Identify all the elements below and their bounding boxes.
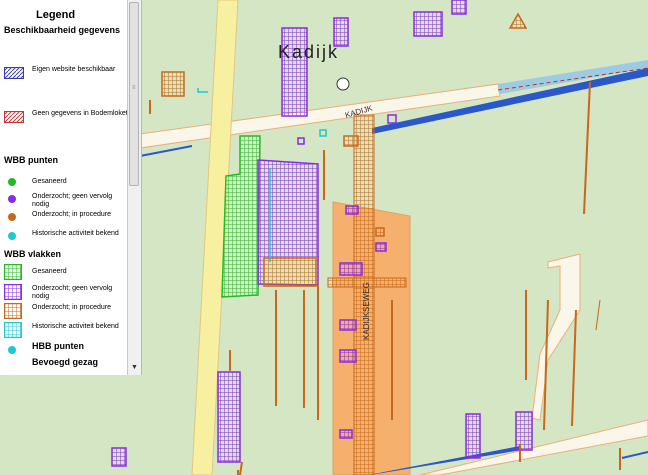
wbb-area-purple-9[interactable] — [515, 411, 533, 451]
wbb-area-orange-4[interactable] — [375, 227, 385, 237]
town-label: Kadijk — [278, 42, 339, 62]
legend-wbb-point-2: Onderzocht; geen vervolg nodig — [32, 193, 113, 208]
area-in-procedure-swatch — [4, 303, 22, 319]
legend-wbb-area-4: Historische activiteit bekend — [32, 323, 119, 330]
wbb-area-purple-12[interactable] — [339, 262, 363, 276]
area-historic-swatch — [4, 322, 22, 338]
area-gesaneerd-swatch — [4, 264, 22, 280]
scroll-down-arrow-icon[interactable]: ▼ — [129, 363, 140, 373]
wbb-area-purple-10[interactable] — [345, 205, 359, 215]
own-website-swatch — [4, 67, 24, 79]
legend-wbb-area-3: Onderzocht; in procedure — [32, 304, 111, 311]
point-no-followup-icon — [8, 195, 16, 203]
legend-scrollbar-thumb[interactable]: ≡ — [129, 2, 139, 186]
legend-wbb-points-header: WBB punten — [4, 155, 58, 165]
legend-title: Legend — [36, 9, 76, 21]
legend-own-website-label: Eigen website beschikbaar — [32, 66, 116, 73]
wbb-area-purple-8[interactable] — [465, 413, 481, 459]
legend-scrollbar[interactable]: ≡ ▼ — [127, 0, 141, 375]
town-marker-icon[interactable] — [336, 77, 350, 91]
wbb-area-purple-11[interactable] — [375, 242, 387, 252]
wbb-area-purple-15[interactable] — [339, 429, 353, 439]
point-historic-icon — [8, 232, 16, 240]
wbb-area-purple-7[interactable] — [111, 447, 127, 467]
legend-wbb-areas-header: WBB vlakken — [4, 249, 62, 259]
wbb-area-purple-2[interactable] — [413, 11, 443, 37]
wbb-area-orange-3[interactable] — [343, 135, 359, 147]
wbb-area-purple-6[interactable] — [217, 371, 241, 463]
legend-no-data-label: Geen gegevens in Bodemloket — [32, 110, 128, 117]
wbb-area-orange-1[interactable] — [161, 71, 185, 97]
legend-wbb-area-1: Gesaneerd — [32, 268, 67, 275]
legend-authority-header: Bevoegd gezag — [32, 357, 99, 367]
legend-wbb-point-3: Onderzocht; in procedure — [32, 211, 111, 218]
area-no-followup-swatch — [4, 284, 22, 300]
legend-wbb-area-2: Onderzocht; geen vervolg nodig — [32, 285, 113, 300]
legend-wbb-point-1: Gesaneerd — [32, 178, 67, 185]
point-gesaneerd-icon — [8, 178, 16, 186]
wbb-area-purple-3[interactable] — [451, 0, 467, 15]
legend-hbb-points-header: HBB punten — [32, 341, 84, 351]
no-data-swatch — [4, 111, 24, 123]
hbb-point-icon — [8, 346, 16, 354]
legend-wbb-point-4: Historische activiteit bekend — [32, 230, 119, 237]
street-label-kadijkseweg: KADIJKSEWEG — [362, 282, 371, 340]
legend-panel[interactable]: Legend Beschikbaarheid gegevens Eigen we… — [0, 0, 142, 375]
wbb-area-orange-2[interactable] — [263, 257, 317, 287]
scroll-grip-icon: ≡ — [132, 85, 136, 91]
point-in-procedure-icon — [8, 213, 16, 221]
wbb-area-purple-13[interactable] — [339, 319, 357, 331]
legend-group-availability: Beschikbaarheid gegevens — [4, 25, 121, 35]
wbb-area-purple-14[interactable] — [339, 349, 357, 363]
